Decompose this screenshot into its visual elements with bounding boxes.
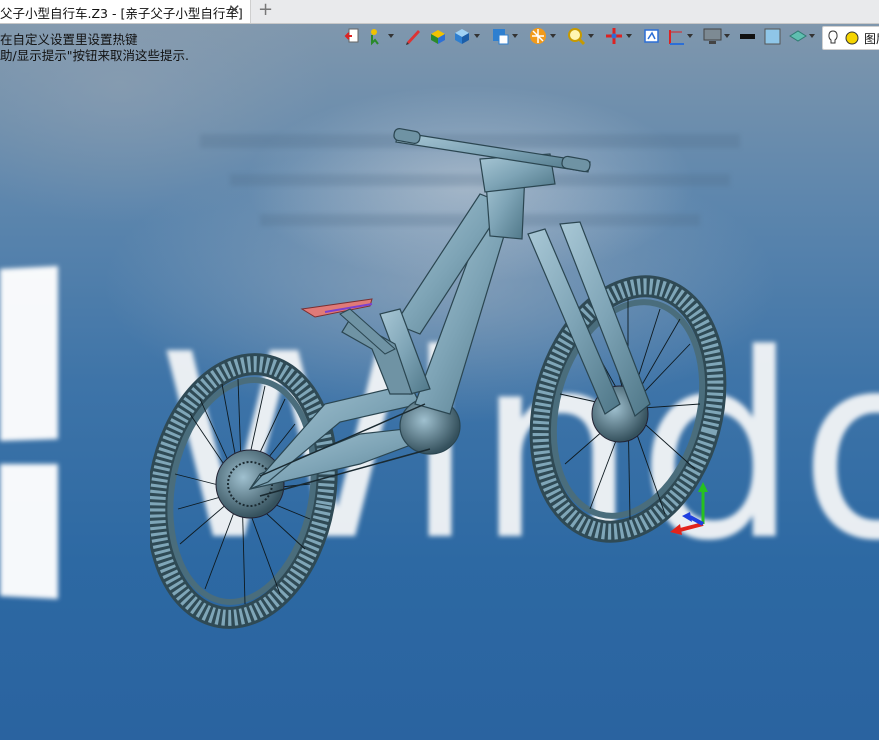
axis-dropdown[interactable] [626,34,632,38]
layer-label: 图层 [864,32,879,46]
cube-view-icon[interactable] [452,26,472,48]
black-bar-icon[interactable] [738,26,758,48]
view-orient-icon[interactable] [642,26,662,48]
monitor-dropdown[interactable] [724,34,730,38]
display-mode-dropdown[interactable] [512,34,518,38]
shaded-box-icon[interactable] [428,26,448,48]
display-mode-icon[interactable] [490,26,512,48]
layer-icon[interactable] [788,26,810,48]
dismiss-hint-text: 助/显示提示"按钮来取消这些提示. [0,48,189,63]
monitor-icon[interactable] [702,26,724,48]
bicycle-3d-model[interactable] [150,104,750,634]
zoom-dropdown[interactable] [588,34,594,38]
lightbulb-icon [828,30,859,45]
render-icon[interactable] [528,26,550,48]
front-wheel [529,275,727,543]
datum-plane-dropdown[interactable] [687,34,693,38]
background-color-icon[interactable] [763,26,783,48]
datum-plane-icon[interactable] [666,26,688,48]
windows-logo-pane-top [0,266,58,441]
pen-icon[interactable] [404,26,422,48]
rear-wheel [150,353,338,629]
select-filter-icon[interactable] [366,26,388,48]
select-filter-dropdown[interactable] [388,34,394,38]
axis-icon[interactable] [604,26,626,48]
document-tab[interactable]: 父子小型自行车.Z3 - [亲子父子小型自行车] ✕ [0,0,251,23]
new-tab-icon[interactable]: + [258,0,273,20]
document-tab-bar: 父子小型自行车.Z3 - [亲子父子小型自行车] ✕ + [0,0,879,24]
cube-view-dropdown[interactable] [474,34,480,38]
view-toolbar: 图层 [340,26,879,50]
layer-combobox[interactable]: 图层 [822,26,879,50]
exit-icon[interactable] [344,26,360,48]
3d-viewport[interactable]: Windo 在自定义设置里设置热键 助/显示提示"按钮来取消这些提示. 图 [0,24,879,740]
close-tab-icon[interactable]: ✕ [228,1,241,19]
windows-logo-pane-bottom [0,464,58,599]
render-dropdown[interactable] [550,34,556,38]
layer-dropdown[interactable] [809,34,815,38]
zoom-icon[interactable] [566,26,588,48]
tab-title: 父子小型自行车.Z3 - [亲子父子小型自行车] [0,6,243,21]
